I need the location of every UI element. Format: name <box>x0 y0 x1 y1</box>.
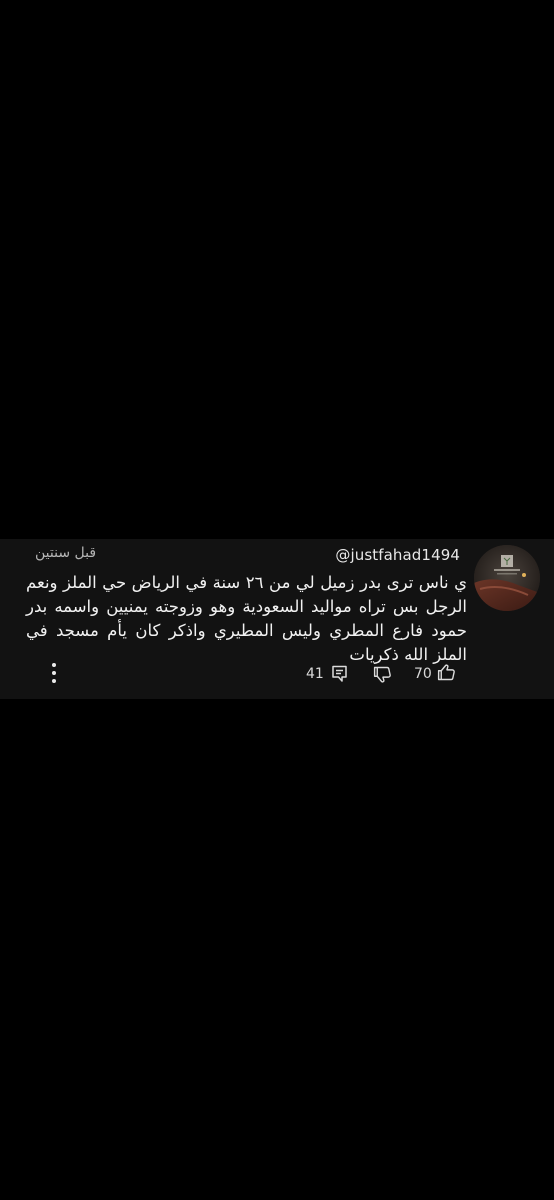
dislike-button[interactable] <box>372 664 393 685</box>
comment-actions: 41 70 <box>0 661 554 691</box>
like-button[interactable] <box>436 662 457 683</box>
reply-comment-icon <box>332 665 347 682</box>
profile-avatar-image <box>474 545 540 611</box>
thumb-up-icon <box>437 664 455 681</box>
comment-card: @justfahad1494 قبل سنتين ي ناس ترى بدر ز… <box>0 539 554 699</box>
thumb-down-icon <box>373 666 391 683</box>
reply-button[interactable] <box>330 664 350 684</box>
like-count: 70 <box>414 666 432 682</box>
comment-author[interactable]: @justfahad1494 <box>335 546 460 564</box>
screen: @justfahad1494 قبل سنتين ي ناس ترى بدر ز… <box>0 0 554 1200</box>
reply-count: 41 <box>306 666 324 682</box>
more-vertical-icon <box>52 663 56 667</box>
more-options-button[interactable] <box>42 661 66 687</box>
avatar[interactable] <box>474 545 540 611</box>
comment-text: ي ناس ترى بدر زميل لي من ٢٦ سنة في الريا… <box>26 573 467 664</box>
comment-timestamp: قبل سنتين <box>35 545 97 561</box>
